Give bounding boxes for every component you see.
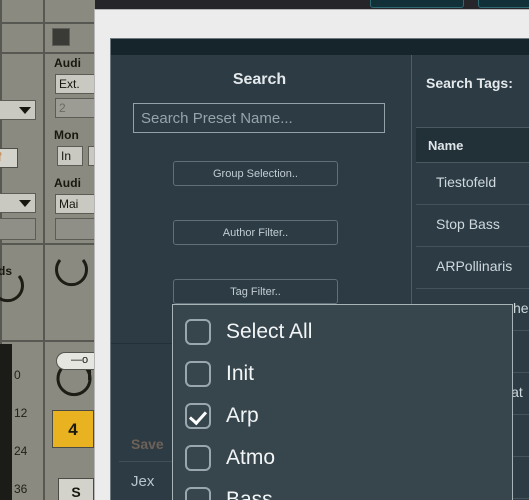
tag-filter-button[interactable]: Tag Filter.. [173, 279, 338, 304]
plugin-host-strip [95, 0, 529, 10]
level-meter [0, 344, 12, 500]
author-filter-button[interactable]: Author Filter.. [173, 220, 338, 245]
mixer-row-divider [0, 340, 95, 342]
audio-from-label: Audi [54, 56, 82, 70]
meter-scale-24: 24 [14, 444, 28, 458]
monitor-off-button[interactable]: ff [0, 148, 18, 168]
audio-from-channel-field[interactable]: 2 [55, 98, 99, 118]
table-row[interactable]: Tiestofeld S [416, 163, 529, 205]
send-knob-b[interactable] [50, 252, 94, 296]
mixer-row-divider [0, 243, 95, 245]
plugin-header-strip [111, 39, 529, 55]
tag-option-select-all[interactable]: Select All [173, 311, 512, 353]
monitor-in-button[interactable]: In [57, 146, 83, 166]
tags-table-header: Name [416, 127, 529, 163]
mixer-row-divider [0, 22, 95, 24]
meter-scale-36: 36 [14, 482, 28, 496]
plugin-titlebar[interactable] [95, 10, 529, 28]
checkbox-icon[interactable] [185, 361, 211, 387]
tag-name: ARPollinaris [436, 258, 513, 274]
table-row[interactable]: ARPollinaris [416, 247, 529, 289]
audio-to-destination-field[interactable]: Mai [55, 194, 99, 214]
monitor-label: Mon [54, 128, 79, 142]
track-volume-value[interactable]: 4 [52, 410, 94, 448]
tag-option-label: Select All [226, 320, 313, 343]
checkbox-icon[interactable] [185, 445, 211, 471]
search-input[interactable] [133, 103, 385, 133]
audio-from-source-field[interactable]: Ext. [55, 74, 99, 94]
tag-option-label: Atmo [226, 446, 276, 469]
slider-value: —o [71, 354, 89, 366]
search-tags-title: Search Tags: [426, 75, 513, 91]
checkbox-checked-icon[interactable] [185, 403, 211, 429]
tag-option-label: Arp [226, 404, 259, 427]
tag-option-init[interactable]: Init [173, 353, 512, 395]
screen: Audi Mon Audi ds Ext. 2 In Mai ff [0, 0, 529, 500]
preset-list-item[interactable]: Jex [131, 473, 154, 490]
tags-column-header-name: Name [428, 138, 464, 153]
tag-option-label: Bass [226, 488, 273, 500]
tag-name: Stop Bass [436, 216, 500, 232]
io-combo-bottom[interactable] [0, 193, 36, 213]
table-row[interactable]: Stop Bass S [416, 205, 529, 247]
chevron-down-icon [19, 200, 31, 207]
io-combo-top[interactable] [0, 100, 36, 120]
search-panel-title: Search [232, 71, 287, 88]
tag-option-atmo[interactable]: Atmo [173, 437, 512, 479]
io-empty-slot[interactable] [55, 218, 99, 240]
teal-slot-1[interactable] [370, 0, 464, 8]
meter-scale-12: 12 [14, 406, 28, 420]
teal-slot-2[interactable] [478, 0, 529, 8]
tag-option-arp[interactable]: Arp [173, 395, 512, 437]
send-knob-a[interactable] [0, 268, 30, 312]
mixer-column-divider [43, 0, 45, 500]
solo-button[interactable]: S [58, 478, 94, 500]
group-selection-button[interactable]: Group Selection.. [173, 161, 338, 186]
tag-name: Tiestofeld [436, 174, 497, 190]
save-section-heading: Save [131, 436, 164, 452]
checkbox-icon[interactable] [185, 487, 211, 500]
tag-filter-dropdown: Select All Init Arp Atmo Bass [172, 304, 513, 500]
monitor-off-label: ff [0, 150, 1, 164]
tag-option-bass[interactable]: Bass [173, 479, 512, 500]
tag-option-label: Init [226, 362, 255, 385]
audio-to-label: Audi [54, 176, 82, 190]
chevron-down-icon [19, 107, 31, 114]
track-activator-square[interactable] [52, 28, 70, 46]
meter-scale-0: 0 [14, 368, 21, 382]
mixer-row-divider [0, 52, 95, 54]
tag-name: he [513, 300, 529, 316]
checkbox-icon[interactable] [185, 319, 211, 345]
io-empty-slot[interactable] [0, 218, 36, 240]
